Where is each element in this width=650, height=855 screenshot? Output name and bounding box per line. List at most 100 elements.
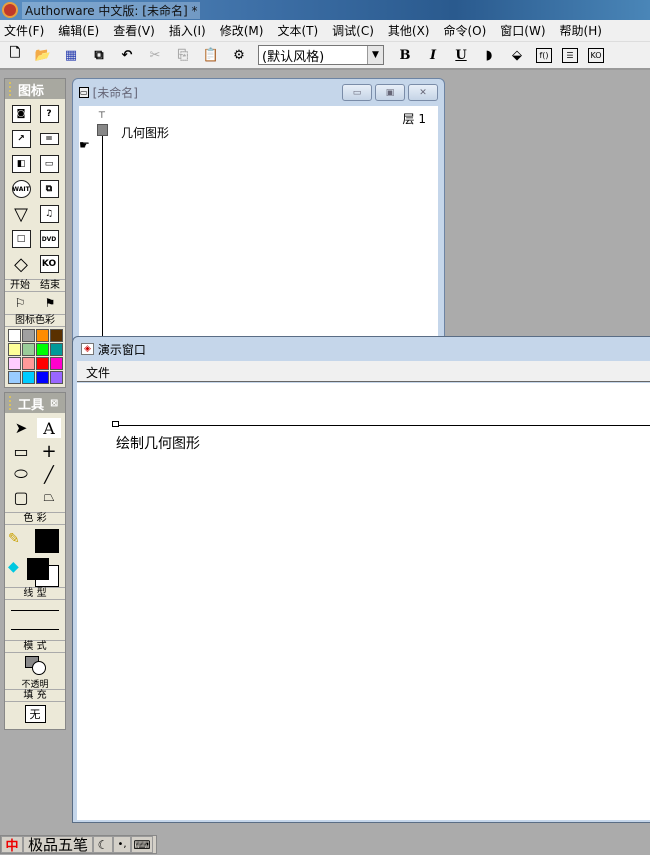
erase-icon[interactable]: ◧ [9,154,33,174]
sound-icon[interactable]: ♫ [37,204,61,224]
chevron-down-icon[interactable]: ▼ [367,46,383,64]
variables-icon[interactable]: ☰ [562,47,578,63]
pencil-icon[interactable]: ✎ [8,531,20,547]
menu-control[interactable]: 调试(C) [332,22,374,39]
paste-hand-icon[interactable]: ☛ [79,138,90,152]
icon-color-swatch[interactable] [8,329,21,342]
start-flag-icon[interactable]: ⚐ [15,296,26,310]
icon-color-swatch[interactable] [50,357,63,370]
close-button[interactable]: ✕ [408,84,438,101]
end-flag-icon[interactable]: ⚑ [45,296,56,310]
navigate-icon[interactable]: ▭ [37,154,61,174]
menu-edit[interactable]: 编辑(E) [58,22,99,39]
icon-color-swatch[interactable] [22,343,35,356]
new-file-icon[interactable]: 🗋 [6,46,24,64]
underline-button[interactable]: U [452,46,470,64]
find-icon[interactable]: ⚙ [230,46,248,64]
close-icon[interactable]: ⊠ [50,398,58,409]
menu-modify[interactable]: 修改(M) [220,22,264,39]
polygon-tool-icon[interactable]: ⏢ [37,487,61,507]
copy-icon[interactable]: ⎘ [174,46,192,64]
icon-color-swatch[interactable] [22,329,35,342]
icon-color-swatch[interactable] [36,329,49,342]
open-file-icon[interactable]: 📂 [34,46,52,64]
icon-color-swatch[interactable] [8,371,21,384]
icon-color-swatch[interactable] [50,343,63,356]
icon-color-swatch[interactable] [8,357,21,370]
flow-icon-label[interactable]: 几何图形 [121,124,169,141]
ellipse-tool-icon[interactable]: ⬭ [9,464,33,484]
icon-color-swatch[interactable] [36,343,49,356]
menu-window[interactable]: 窗口(W) [500,22,545,39]
tools-palette-header[interactable]: 工具 ⊠ [5,393,65,413]
wait-icon[interactable]: WAIT [9,179,33,199]
text-tool[interactable]: A [37,418,61,438]
undo-icon[interactable]: ↶ [118,46,136,64]
menu-xtras[interactable]: 其他(X) [388,22,430,39]
run-icon[interactable]: ◗ [480,46,498,64]
icon-color-swatch[interactable] [36,357,49,370]
presentation-stage[interactable]: 绘制几何图形 [77,383,650,820]
fill-selector[interactable]: 无 [24,705,46,723]
half-width-moon-icon[interactable]: ☾ [93,836,113,853]
foreground-color-swatch[interactable] [27,558,49,580]
flowline-start-marker-icon: ⊤ [98,111,106,121]
paint-bucket-icon[interactable]: ◆ [8,559,19,575]
icon-color-swatch[interactable] [50,329,63,342]
icon-color-swatch[interactable] [8,343,21,356]
knowledge-object-icon[interactable]: KO [37,254,61,274]
interaction-icon[interactable]: ? [37,104,61,124]
paste-icon[interactable]: 📋 [202,46,220,64]
save-all-icon[interactable]: ▦ [62,46,80,64]
menu-help[interactable]: 帮助(H) [560,22,602,39]
functions-icon[interactable]: f() [536,47,552,63]
control-panel-icon[interactable]: ⬙ [508,46,526,64]
knowledge-objects-icon[interactable]: KO [588,47,604,63]
map-icon[interactable]: □ [9,229,33,249]
soft-keyboard-icon[interactable]: ⌨ [131,836,153,853]
calculation-icon[interactable]: = [37,129,61,149]
decision-icon[interactable]: ▽ [9,204,33,225]
punctuation-icon[interactable]: •, [113,836,131,853]
mode-selector[interactable]: 不透明 [5,653,65,690]
import-icon[interactable]: ⧉ [90,46,108,64]
pointer-tool-icon[interactable]: ➤ [9,418,33,438]
motion-icon[interactable]: ↗ [9,129,33,149]
flowline-canvas[interactable]: 层 1 ⊤ 几何图形 ☛ [79,106,438,376]
menu-commands[interactable]: 命令(O) [443,22,486,39]
diagonal-line-tool-icon[interactable]: ╱ [37,464,61,484]
presentation-window-title: 演示窗口 [97,342,146,357]
icon-color-swatch[interactable] [22,371,35,384]
dvd-icon[interactable]: DVD [37,229,61,249]
line-color-swatch[interactable] [35,529,59,553]
style-select[interactable]: (默认风格) ▼ [258,45,384,65]
rectangle-tool-icon[interactable]: ▭ [9,441,33,461]
bold-button[interactable]: B [396,46,414,64]
rounded-rectangle-tool-icon[interactable]: ▢ [9,487,33,507]
framework-icon[interactable]: ⧉ [37,179,61,199]
italic-button[interactable]: I [424,46,442,64]
presentation-menu-file[interactable]: 文件 [86,366,110,380]
icon-color-swatch[interactable] [36,371,49,384]
icon-color-swatch[interactable] [50,371,63,384]
cut-icon[interactable]: ✂ [146,46,164,64]
grip-icon[interactable] [9,82,14,96]
icon-palette-header[interactable]: 图标 [5,79,65,99]
menu-file[interactable]: 文件(F) [4,22,44,39]
icon-color-swatch[interactable] [22,357,35,370]
line-style-selector[interactable] [5,600,65,640]
menu-insert[interactable]: 插入(I) [169,22,206,39]
menu-view[interactable]: 查看(V) [113,22,155,39]
display-icon-node[interactable] [97,124,108,136]
minimize-button[interactable]: ▭ [342,84,372,101]
presentation-text[interactable]: 绘制几何图形 [116,433,200,453]
grip-icon[interactable] [9,396,14,410]
movie-icon[interactable]: ◇ [9,254,33,275]
display-icon[interactable]: ◙ [9,104,33,124]
line-tool-icon[interactable]: + [37,441,61,462]
maximize-button[interactable]: ▣ [375,84,405,101]
ime-name[interactable]: 极品五笔 [23,836,93,854]
menu-text[interactable]: 文本(T) [277,22,318,39]
ime-logo[interactable]: 中 [1,836,23,854]
text-object-handle[interactable] [112,421,119,427]
